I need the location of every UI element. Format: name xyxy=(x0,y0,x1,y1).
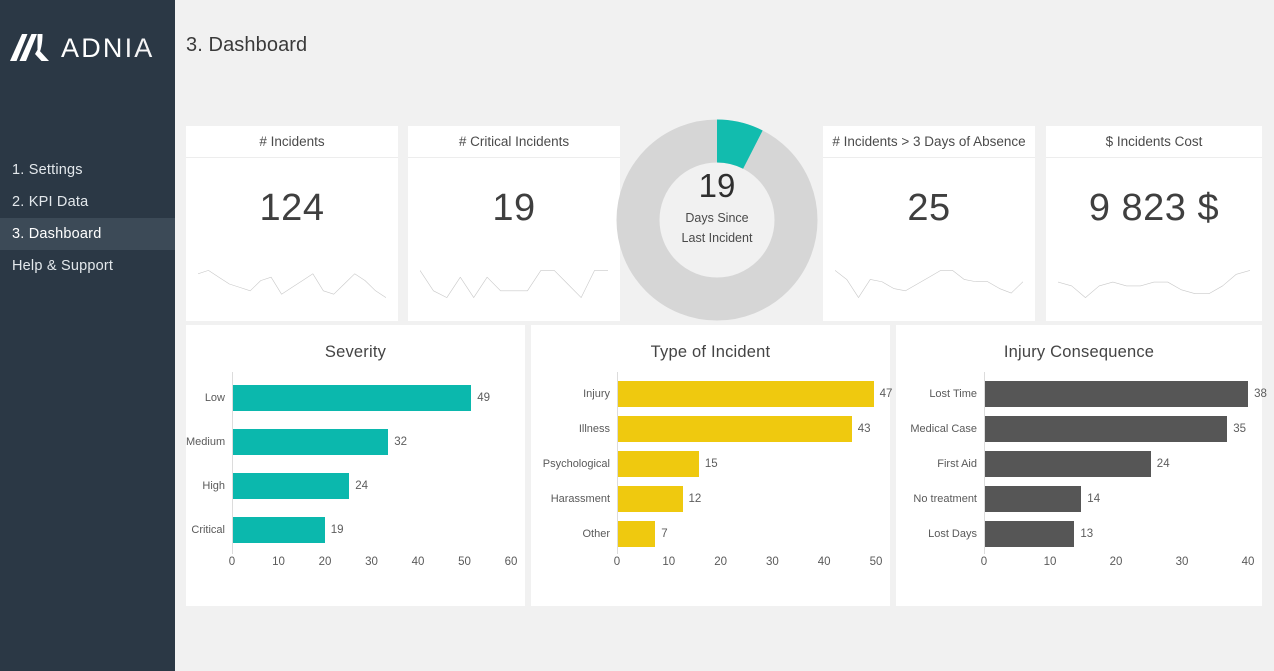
sparkline-chart xyxy=(420,267,608,301)
chart-card-type-of-incident[interactable]: Type of Incident Injury47Illness43Psycho… xyxy=(531,325,890,606)
bar-value-label: 38 xyxy=(1254,388,1267,400)
bar-category-label: First Aid xyxy=(896,458,984,470)
sidebar-item-settings[interactable]: 1. Settings xyxy=(0,154,175,186)
plot-area: 0102030405060 xyxy=(232,376,511,576)
brand-name-thin: IA xyxy=(125,33,155,63)
kpi-card-incidents[interactable]: # Incidents 124 xyxy=(186,126,398,321)
kpi-card-incidents-cost[interactable]: $ Incidents Cost 9 823 $ xyxy=(1046,126,1262,321)
kpi-value: 124 xyxy=(186,187,398,230)
sidebar-item-kpi-data[interactable]: 2. KPI Data xyxy=(0,186,175,218)
donut-center-text: 19 Days Since Last Incident xyxy=(611,166,823,246)
kpi-title: # Critical Incidents xyxy=(408,126,620,158)
bar-value-label: 47 xyxy=(880,388,893,400)
brand-logo[interactable]: ADNIA xyxy=(0,0,175,96)
sidebar-nav: 1. Settings 2. KPI Data 3. Dashboard Hel… xyxy=(0,154,175,282)
dashboard-root: ADNIA 1. Settings 2. KPI Data 3. Dashboa… xyxy=(0,0,1274,671)
x-axis-tick-label: 40 xyxy=(1242,556,1255,568)
bar-category-label: Medical Case xyxy=(896,423,984,435)
donut-label-line2: Last Incident xyxy=(611,230,823,246)
x-axis-tick-label: 10 xyxy=(662,556,675,568)
adnia-logo-icon xyxy=(8,31,52,65)
y-axis-line xyxy=(984,372,985,554)
x-axis-tick-label: 20 xyxy=(319,556,332,568)
page-title: 3. Dashboard xyxy=(186,34,307,57)
bar-category-label: High xyxy=(186,480,232,492)
days-since-last-incident-gauge[interactable]: 19 Days Since Last Incident xyxy=(611,114,823,326)
x-axis-tick-label: 10 xyxy=(1044,556,1057,568)
plot-area: 01020304050 xyxy=(617,376,876,576)
sidebar-item-dashboard[interactable]: 3. Dashboard xyxy=(0,218,175,250)
x-axis-tick-label: 0 xyxy=(614,556,620,568)
kpi-title: # Incidents xyxy=(186,126,398,158)
bar-category-label: Lost Time xyxy=(896,388,984,400)
x-axis-tick-label: 50 xyxy=(458,556,471,568)
x-axis-tick-label: 0 xyxy=(981,556,987,568)
x-axis-ticks: 01020304050 xyxy=(617,556,876,574)
sparkline-chart xyxy=(198,267,386,301)
kpi-value: 19 xyxy=(408,187,620,230)
x-axis-tick-label: 40 xyxy=(818,556,831,568)
bar-category-label: Critical xyxy=(186,524,232,536)
x-axis-tick-label: 50 xyxy=(870,556,883,568)
x-axis-tick-label: 40 xyxy=(412,556,425,568)
kpi-value: 25 xyxy=(823,187,1035,230)
bar-category-label: Lost Days xyxy=(896,528,984,540)
bar-category-label: Other xyxy=(531,528,617,540)
chart-card-severity[interactable]: Severity Low49Medium32High24Critical1901… xyxy=(186,325,525,606)
kpi-title: # Incidents > 3 Days of Absence xyxy=(823,126,1035,158)
bar-category-label: Low xyxy=(186,392,232,404)
chart-title: Severity xyxy=(186,325,525,362)
x-axis-ticks: 010203040 xyxy=(984,556,1248,574)
kpi-card-incidents-over-3-days-absence[interactable]: # Incidents > 3 Days of Absence 25 xyxy=(823,126,1035,321)
bar-category-label: Psychological xyxy=(531,458,617,470)
plot-area: 010203040 xyxy=(984,376,1248,576)
x-axis-tick-label: 20 xyxy=(714,556,727,568)
chart-card-injury-consequence[interactable]: Injury Consequence Lost Time38Medical Ca… xyxy=(896,325,1262,606)
x-axis-ticks: 0102030405060 xyxy=(232,556,511,574)
sidebar: ADNIA 1. Settings 2. KPI Data 3. Dashboa… xyxy=(0,0,175,671)
sidebar-item-help-support[interactable]: Help & Support xyxy=(0,250,175,282)
bar-category-label: Harassment xyxy=(531,493,617,505)
x-axis-tick-label: 30 xyxy=(766,556,779,568)
brand-name: ADNIA xyxy=(61,33,155,64)
bar-category-label: No treatment xyxy=(896,493,984,505)
x-axis-tick-label: 10 xyxy=(272,556,285,568)
donut-label-line1: Days Since xyxy=(611,210,823,226)
sparkline-chart xyxy=(835,267,1023,301)
bar-category-label: Illness xyxy=(531,423,617,435)
sparkline-chart xyxy=(1058,267,1250,301)
y-axis-line xyxy=(232,372,233,554)
chart-title: Injury Consequence xyxy=(896,325,1262,362)
kpi-title: $ Incidents Cost xyxy=(1046,126,1262,158)
x-axis-tick-label: 30 xyxy=(1176,556,1189,568)
brand-name-bold: ADN xyxy=(61,33,125,63)
x-axis-tick-label: 20 xyxy=(1110,556,1123,568)
x-axis-tick-label: 60 xyxy=(505,556,518,568)
bar-category-label: Injury xyxy=(531,388,617,400)
bar-category-label: Medium xyxy=(186,436,232,448)
chart-title: Type of Incident xyxy=(531,325,890,362)
donut-value: 19 xyxy=(611,166,823,206)
x-axis-tick-label: 0 xyxy=(229,556,235,568)
x-axis-tick-label: 30 xyxy=(365,556,378,568)
kpi-value: 9 823 $ xyxy=(1046,187,1262,230)
y-axis-line xyxy=(617,372,618,554)
kpi-card-critical-incidents[interactable]: # Critical Incidents 19 xyxy=(408,126,620,321)
